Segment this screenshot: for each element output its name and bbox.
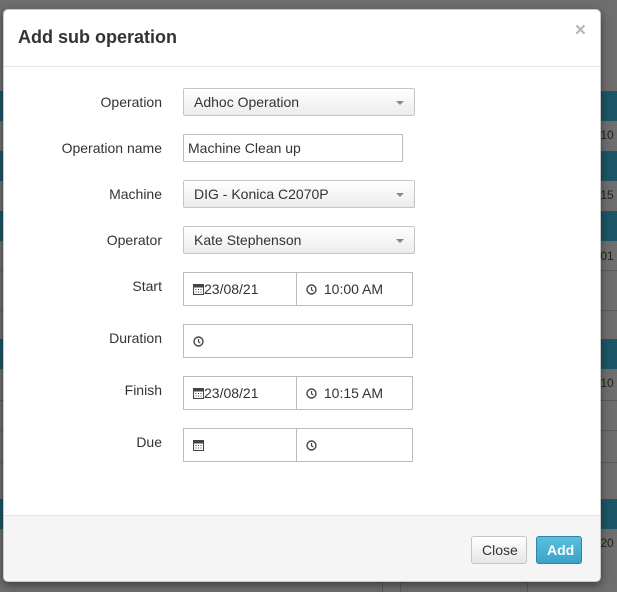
start-time-input[interactable]: 10:00 AM — [297, 273, 412, 305]
due-date-input[interactable] — [184, 429, 297, 461]
finish-date-value: 23/08/21 — [204, 385, 259, 401]
caret-down-icon — [396, 101, 404, 105]
start-time-value: 10:00 AM — [323, 281, 384, 297]
caret-down-icon — [396, 239, 404, 243]
operator-select-value: Kate Stephenson — [194, 232, 302, 248]
finish-label: Finish — [124, 382, 162, 398]
calendar-icon — [193, 440, 204, 451]
start-date-value: 23/08/21 — [204, 281, 259, 297]
caret-down-icon — [396, 193, 404, 197]
start-datetime: 23/08/21 10:00 AM — [183, 272, 413, 306]
start-label: Start — [132, 278, 162, 294]
duration-label: Duration — [109, 330, 162, 346]
add-button[interactable]: Add — [536, 536, 582, 564]
close-button[interactable]: Close — [471, 536, 527, 564]
operation-name-value: Machine Clean up — [188, 140, 301, 156]
operator-label: Operator — [106, 232, 162, 248]
finish-time-value: 10:15 AM — [323, 385, 384, 401]
finish-datetime: 23/08/21 10:15 AM — [183, 376, 413, 410]
clock-icon — [306, 284, 317, 295]
clock-icon — [306, 388, 317, 399]
due-datetime — [183, 428, 413, 462]
add-sub-operation-dialog: Add sub operation × Operation Adhoc Oper… — [3, 9, 601, 582]
operation-label: Operation — [100, 94, 162, 110]
modal-title: Add sub operation — [18, 27, 177, 47]
close-icon[interactable]: × — [575, 21, 586, 40]
finish-time-input[interactable]: 10:15 AM — [297, 377, 412, 409]
duration-input[interactable] — [183, 324, 413, 358]
operation-name-input[interactable]: Machine Clean up — [183, 134, 403, 162]
calendar-icon — [193, 284, 204, 295]
start-date-input[interactable]: 23/08/21 — [184, 273, 297, 305]
operation-name-label: Operation name — [61, 140, 162, 156]
modal-header: Add sub operation × — [4, 10, 600, 67]
machine-select[interactable]: DIG - Konica C2070P — [183, 180, 415, 208]
calendar-icon — [193, 388, 204, 399]
operation-select[interactable]: Adhoc Operation — [183, 88, 415, 116]
finish-date-input[interactable]: 23/08/21 — [184, 377, 297, 409]
operator-select[interactable]: Kate Stephenson — [183, 226, 415, 254]
clock-icon — [306, 440, 317, 451]
clock-icon — [193, 336, 204, 347]
due-time-input[interactable] — [297, 429, 412, 461]
due-label: Due — [136, 434, 162, 450]
machine-select-value: DIG - Konica C2070P — [194, 186, 329, 202]
modal-footer: Close Add — [4, 515, 600, 581]
operation-select-value: Adhoc Operation — [194, 94, 300, 110]
machine-label: Machine — [109, 186, 162, 202]
